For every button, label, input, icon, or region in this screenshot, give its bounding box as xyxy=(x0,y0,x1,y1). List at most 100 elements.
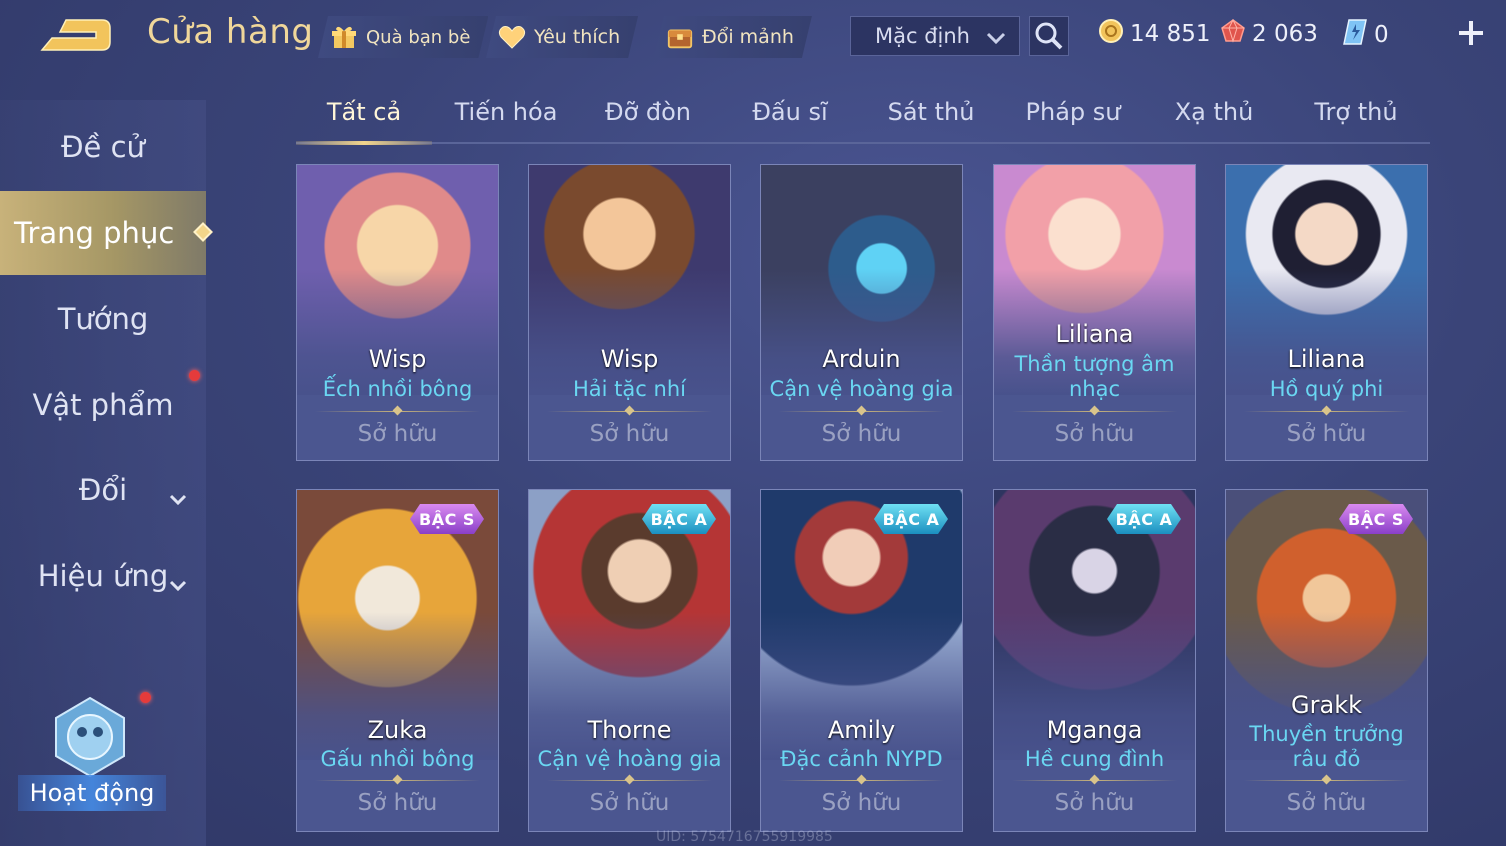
owned-status: Sở hữu xyxy=(357,421,438,447)
chest-icon xyxy=(666,23,694,51)
search-icon xyxy=(1035,22,1063,50)
tab-support[interactable]: Trợ thủ xyxy=(1314,98,1397,126)
sidebar-item-items[interactable]: Vật phẩm xyxy=(0,363,206,447)
skin-card[interactable]: Liliana Hồ quý phi Sở hữu xyxy=(1225,164,1428,461)
skin-name: Ếch nhồi bông xyxy=(322,377,473,401)
ruby-amount: 2 063 xyxy=(1252,21,1318,47)
skin-card[interactable]: BẬC A Amily Đặc cảnh NYPD Sở hữu xyxy=(760,489,963,832)
skin-name: Thuyền trưởng râu đỏ xyxy=(1249,722,1404,771)
owned-status: Sở hữu xyxy=(589,790,670,816)
divider xyxy=(315,411,480,412)
divider xyxy=(547,780,712,781)
search-button[interactable] xyxy=(1029,16,1069,56)
add-currency-button[interactable] xyxy=(1456,18,1486,48)
voucher-icon xyxy=(1342,18,1368,52)
chevron-down-icon xyxy=(168,480,188,514)
owned-status: Sở hữu xyxy=(357,790,438,816)
page-title: Cửa hàng xyxy=(147,12,314,52)
friend-gift-label: Quà bạn bè xyxy=(366,26,471,48)
sidebar-item-skins[interactable]: Trang phục xyxy=(0,191,213,275)
hero-name: Mganga xyxy=(1046,716,1143,744)
hero-name: Wisp xyxy=(368,345,427,373)
skin-card[interactable]: BẬC S Grakk Thuyền trưởng râu đỏ Sở hữu xyxy=(1225,489,1428,832)
skin-name: Đặc cảnh NYPD xyxy=(780,747,943,771)
owned-status: Sở hữu xyxy=(821,790,902,816)
sidebar-item-effects[interactable]: Hiệu ứng xyxy=(0,534,206,618)
owned-status: Sở hữu xyxy=(821,421,902,447)
owned-status: Sở hữu xyxy=(1054,790,1135,816)
owned-status: Sở hữu xyxy=(1286,421,1367,447)
notification-dot xyxy=(140,692,151,703)
top-bar: Cửa hàng Quà bạn bè Yêu thích Đổi mảnh M… xyxy=(0,0,1506,72)
divider xyxy=(315,780,480,781)
skin-card[interactable]: BẬC S Zuka Gấu nhồi bông Sở hữu xyxy=(296,489,499,832)
divider xyxy=(1012,780,1177,781)
owned-status: Sở hữu xyxy=(1054,421,1135,447)
heart-icon xyxy=(498,23,526,51)
tab-warrior[interactable]: Đấu sĩ xyxy=(752,98,827,126)
skin-card[interactable]: Wisp Hải tặc nhí Sở hữu xyxy=(528,164,731,461)
owned-status: Sở hữu xyxy=(1286,790,1367,816)
skin-card[interactable]: Wisp Ếch nhồi bông Sở hữu xyxy=(296,164,499,461)
ruby-icon xyxy=(1220,18,1246,50)
gift-icon xyxy=(330,23,358,51)
sidebar-item-label: Hiệu ứng xyxy=(37,559,169,593)
hero-name: Zuka xyxy=(367,716,428,744)
ruby-balance: 2 063 xyxy=(1220,18,1318,50)
chevron-down-icon xyxy=(985,27,1007,51)
favorites-button[interactable]: Yêu thích xyxy=(486,16,638,58)
exchange-shards-button[interactable]: Đổi mảnh xyxy=(654,16,812,58)
favorites-label: Yêu thích xyxy=(534,26,621,48)
tab-evolution[interactable]: Tiến hóa xyxy=(455,98,558,126)
exchange-shards-label: Đổi mảnh xyxy=(702,26,794,48)
tab-assassin[interactable]: Sát thủ xyxy=(888,98,975,126)
sidebar-item-heroes[interactable]: Tướng xyxy=(0,277,206,361)
skin-card[interactable]: Liliana Thần tượng âm nhạc Sở hữu xyxy=(993,164,1196,461)
hero-name: Liliana xyxy=(1287,345,1366,373)
skin-card[interactable]: BẬC A Mganga Hề cung đình Sở hữu xyxy=(993,489,1196,832)
skin-name: Cận vệ hoàng gia xyxy=(769,377,954,401)
active-tab-indicator xyxy=(296,141,432,145)
skin-name: Gấu nhồi bông xyxy=(320,747,475,771)
active-marker-icon xyxy=(193,222,213,242)
back-arrow-icon xyxy=(40,19,111,51)
tier-badge: BẬC S xyxy=(1339,504,1413,534)
tab-tank[interactable]: Đỡ đòn xyxy=(605,98,691,126)
skin-card[interactable]: Arduin Cận vệ hoàng gia Sở hữu xyxy=(760,164,963,461)
voucher-balance: 0 xyxy=(1342,18,1389,52)
tab-all[interactable]: Tất cả xyxy=(327,98,401,126)
divider xyxy=(779,780,944,781)
sort-selected-value: Mặc định xyxy=(875,24,970,48)
sidebar-item-recommended[interactable]: Đề cử xyxy=(0,105,206,189)
activity-button[interactable]: Hoạt động xyxy=(14,690,166,820)
tab-mage[interactable]: Pháp sư xyxy=(1026,98,1121,126)
divider xyxy=(1244,780,1409,781)
tier-badge: BẬC S xyxy=(410,504,484,534)
skin-name: Hồ quý phi xyxy=(1269,377,1384,401)
friend-gift-button[interactable]: Quà bạn bè xyxy=(318,16,488,58)
sidebar-item-label: Đề cử xyxy=(61,130,145,164)
activity-label: Hoạt động xyxy=(18,775,166,811)
divider xyxy=(1244,411,1409,412)
owned-status: Sở hữu xyxy=(589,421,670,447)
skin-card[interactable]: BẬC A Thorne Cận vệ hoàng gia Sở hữu xyxy=(528,489,731,832)
back-button[interactable] xyxy=(36,14,116,56)
hero-name: Arduin xyxy=(822,345,901,373)
plus-icon xyxy=(1459,21,1483,45)
sort-dropdown[interactable]: Mặc định xyxy=(850,16,1020,56)
category-tabs: Tất cả Tiến hóa Đỡ đòn Đấu sĩ Sát thủ Ph… xyxy=(296,88,1430,145)
skin-name: Hề cung đình xyxy=(1024,747,1165,771)
hero-name: Grakk xyxy=(1291,691,1362,719)
sidebar-item-label: Tướng xyxy=(57,302,149,336)
hero-name: Amily xyxy=(827,716,896,744)
tier-badge: BẬC A xyxy=(642,504,716,534)
sidebar-item-exchange[interactable]: Đổi xyxy=(0,448,206,532)
hero-name: Thorne xyxy=(587,716,672,744)
tab-marksman[interactable]: Xạ thủ xyxy=(1175,98,1254,126)
chevron-down-icon xyxy=(168,566,188,600)
tier-badge: BẬC A xyxy=(1107,504,1181,534)
divider xyxy=(779,411,944,412)
sidebar-item-label: Đổi xyxy=(78,473,128,507)
gold-coin-icon xyxy=(1098,18,1124,50)
hero-name: Liliana xyxy=(1055,320,1134,348)
